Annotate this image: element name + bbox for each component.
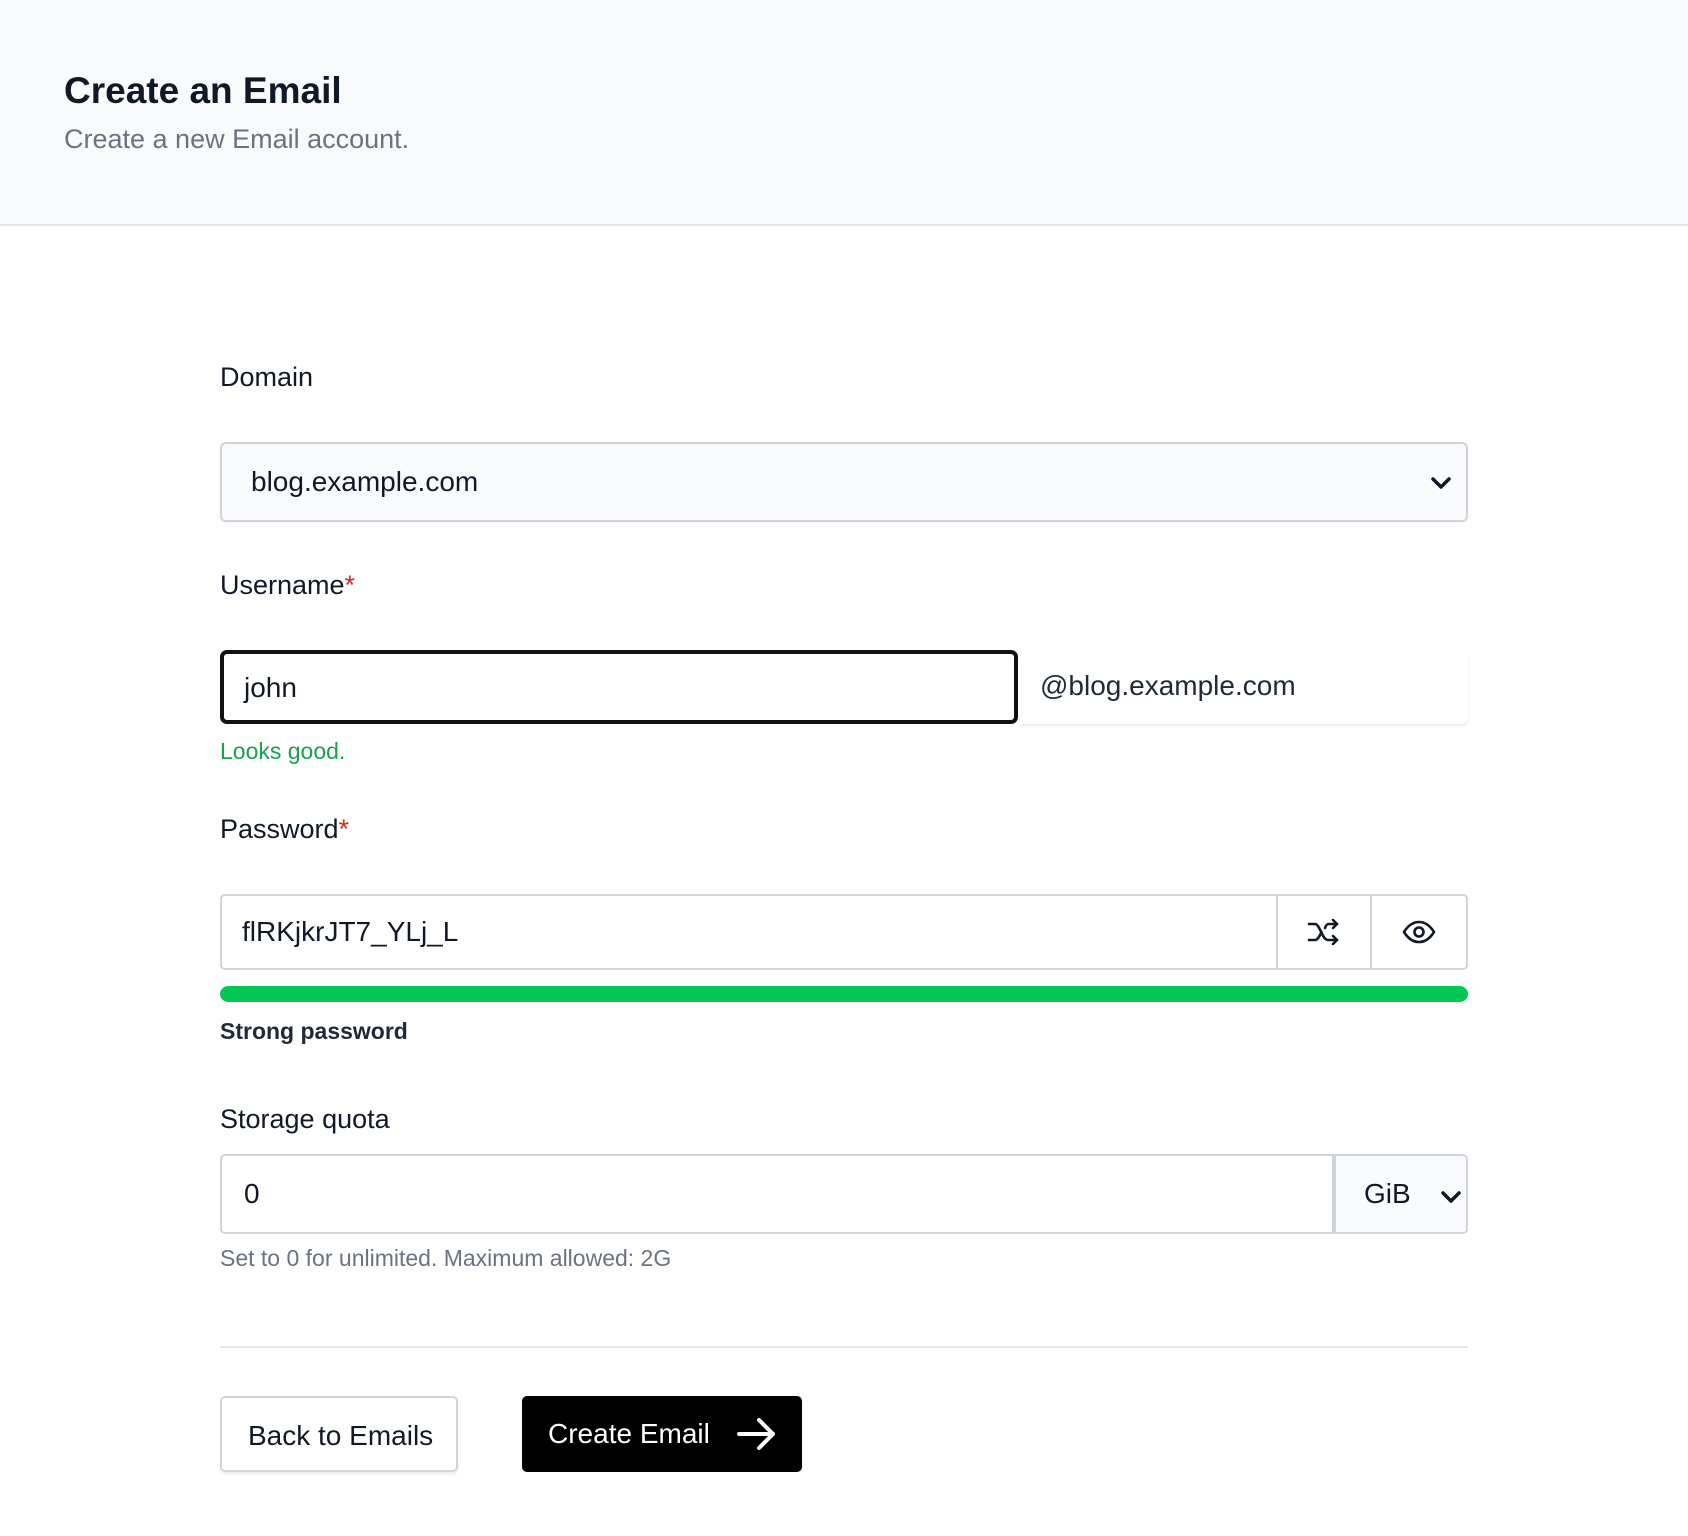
chevron-down-icon (1441, 1191, 1461, 1203)
password-strength-fill (220, 986, 1468, 1002)
chevron-down-icon (1431, 477, 1451, 489)
domain-selected-value: blog.example.com (251, 466, 479, 497)
username-domain-suffix: @blog.example.com (1018, 650, 1468, 724)
arrow-right-icon (737, 1418, 775, 1450)
username-label: Username* (220, 570, 355, 601)
storage-quota-label: Storage quota (220, 1104, 390, 1135)
domain-select[interactable]: blog.example.com (220, 442, 1468, 522)
password-strength-label: Strong password (220, 1018, 408, 1044)
page-subtitle: Create a new Email account. (64, 124, 410, 154)
storage-unit-select[interactable]: GiB (1334, 1154, 1468, 1234)
password-label-text: Password (220, 814, 339, 844)
generate-password-button[interactable] (1276, 894, 1372, 970)
username-input[interactable]: john (220, 650, 1018, 724)
username-value: john (244, 672, 297, 703)
back-to-emails-button[interactable]: Back to Emails (220, 1396, 458, 1472)
page-title: Create an Email (64, 70, 342, 111)
domain-label: Domain (220, 362, 313, 393)
username-suffix-text: @blog.example.com (1040, 670, 1296, 701)
required-indicator: * (344, 570, 356, 600)
create-button-label: Create Email (548, 1418, 710, 1449)
username-valid-feedback: Looks good. (220, 738, 346, 764)
back-button-label: Back to Emails (248, 1420, 434, 1451)
username-label-text: Username (220, 570, 345, 600)
required-indicator: * (338, 814, 350, 844)
create-email-button[interactable]: Create Email (522, 1396, 802, 1472)
password-label: Password* (220, 814, 349, 845)
domain-label-text: Domain (220, 362, 314, 392)
form-divider (220, 1346, 1468, 1348)
storage-quota-label-text: Storage quota (220, 1104, 390, 1134)
shuffle-icon (1307, 918, 1339, 946)
password-input[interactable]: flRKjkrJT7_YLj_L (220, 894, 1278, 970)
storage-quota-value: 0 (244, 1178, 260, 1209)
storage-quota-input[interactable]: 0 (220, 1154, 1334, 1234)
password-value: flRKjkrJT7_YLj_L (242, 916, 459, 947)
toggle-password-visibility-button[interactable] (1370, 894, 1468, 970)
password-strength-meter (220, 986, 1468, 1002)
eye-icon (1402, 920, 1436, 944)
storage-quota-help-text: Set to 0 for unlimited. Maximum allowed:… (220, 1245, 672, 1271)
storage-unit-value: GiB (1364, 1178, 1411, 1209)
page-header: Create an Email Create a new Email accou… (0, 0, 1688, 226)
